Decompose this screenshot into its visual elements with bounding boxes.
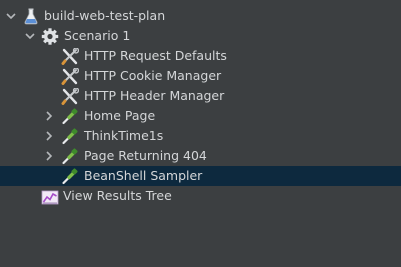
tree-node-label: HTTP Cookie Manager <box>84 68 222 83</box>
chevron-right-icon[interactable] <box>43 109 55 123</box>
pipette-icon <box>61 168 79 185</box>
tree-node-label: Page Returning 404 <box>84 148 207 163</box>
flask-icon <box>22 8 40 25</box>
tree-node-sampler[interactable]: Page Returning 404 <box>0 146 401 166</box>
wrench-screwdriver-icon <box>61 48 79 65</box>
tree-node-test-plan[interactable]: build-web-test-plan <box>0 6 401 26</box>
tree-node-label: HTTP Request Defaults <box>84 48 227 63</box>
graph-icon <box>41 188 59 205</box>
tree-node-sampler-selected[interactable]: BeanShell Sampler <box>0 166 401 186</box>
chevron-right-icon[interactable] <box>43 149 55 163</box>
tree-node-thread-group[interactable]: Scenario 1 <box>0 26 401 46</box>
chevron-right-icon[interactable] <box>43 129 55 143</box>
pipette-icon <box>61 148 79 165</box>
chevron-down-icon[interactable] <box>24 29 36 43</box>
tree-node-label: Scenario 1 <box>64 28 131 43</box>
wrench-screwdriver-icon <box>61 88 79 105</box>
tree-node-label: Home Page <box>84 108 156 123</box>
wrench-screwdriver-icon <box>61 68 79 85</box>
tree-node-sampler[interactable]: Home Page <box>0 106 401 126</box>
test-plan-tree[interactable]: build-web-test-plan Scenario 1 HTTP Requ… <box>0 0 401 267</box>
tree-node-config-element[interactable]: HTTP Cookie Manager <box>0 66 401 86</box>
pipette-icon <box>61 128 79 145</box>
tree-node-label: HTTP Header Manager <box>84 88 225 103</box>
tree-node-label: View Results Tree <box>63 188 172 203</box>
tree-node-label: BeanShell Sampler <box>84 168 203 183</box>
chevron-down-icon[interactable] <box>5 9 17 23</box>
tree-node-listener[interactable]: View Results Tree <box>0 186 401 206</box>
tree-node-sampler[interactable]: ThinkTime1s <box>0 126 401 146</box>
pipette-icon <box>61 108 79 125</box>
tree-node-config-element[interactable]: HTTP Request Defaults <box>0 46 401 66</box>
tree-node-label: ThinkTime1s <box>84 128 164 143</box>
tree-node-label: build-web-test-plan <box>44 8 166 23</box>
gear-icon <box>41 28 59 45</box>
tree-node-config-element[interactable]: HTTP Header Manager <box>0 86 401 106</box>
